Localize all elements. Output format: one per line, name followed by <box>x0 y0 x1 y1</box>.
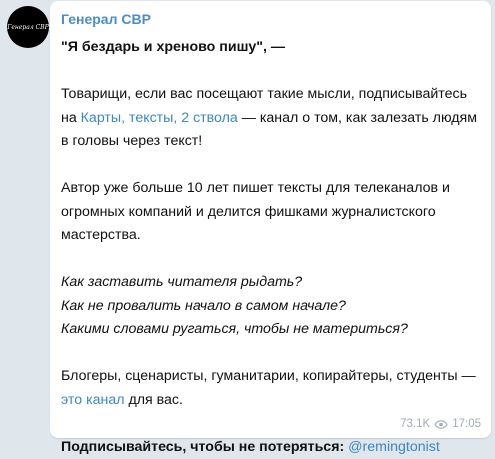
message-meta: 73.1K 17:05 <box>400 418 481 430</box>
message-bubble: Генерал СВР "Я бездарь и хреново пишу", … <box>50 1 491 455</box>
message-time: 17:05 <box>452 418 481 430</box>
channel-name[interactable]: Генерал СВР <box>61 9 481 29</box>
view-count: 73.1K <box>400 418 431 430</box>
question-line: Как не провалить начало в самом начале? <box>61 297 346 314</box>
question-line: Какими словами ругаться, чтобы не матери… <box>61 321 408 337</box>
question-line: Как заставить читателя рыдать? <box>61 274 303 290</box>
message-headline: "Я бездарь и хреново пишу", — <box>61 39 286 55</box>
channel-link-2[interactable]: это канал <box>61 392 125 408</box>
channel-link[interactable]: Карты, тексты, 2 ствола <box>81 110 238 126</box>
eye-icon <box>434 419 448 429</box>
message-paragraph: Автор уже больше 10 лет пишет тексты для… <box>61 180 450 243</box>
message-text: "Я бездарь и хреново пишу", — Товарищи, … <box>61 36 481 459</box>
channel-avatar[interactable]: Генерал СВР <box>7 6 49 48</box>
avatar-text: Генерал СВР <box>7 23 49 31</box>
message-text-span: для вас. <box>124 391 183 408</box>
message-text-span: Блогеры, сценаристы, гуманитарии, копира… <box>61 368 476 384</box>
